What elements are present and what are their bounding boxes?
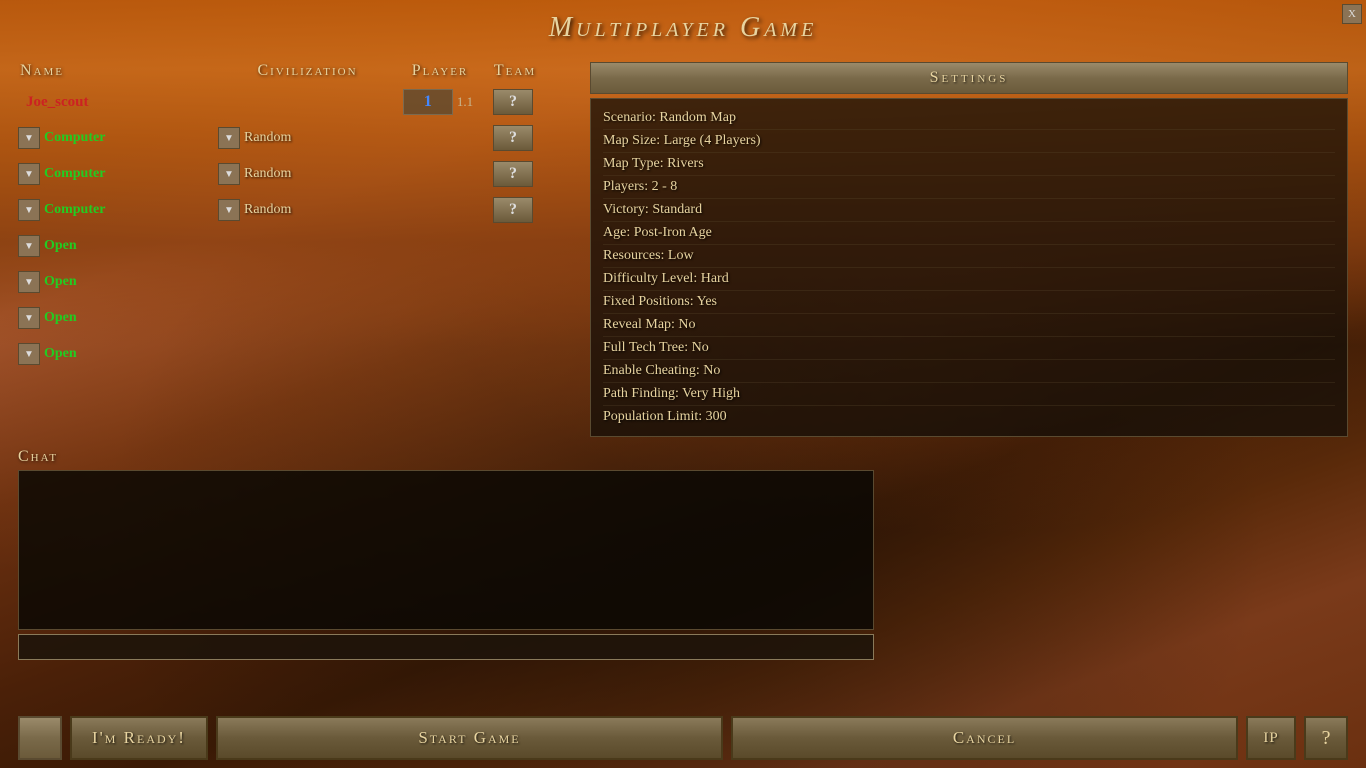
setting-item: Population Limit: 300 xyxy=(603,406,1335,428)
player-name: Computer xyxy=(44,202,105,218)
setting-item: Full Tech Tree: No xyxy=(603,337,1335,360)
player-name-cell: Computer xyxy=(18,127,218,149)
setting-item: Path Finding: Very High xyxy=(603,383,1335,406)
player-name-cell: Open xyxy=(18,307,218,329)
setting-item: Players: 2 - 8 xyxy=(603,176,1335,199)
civ-dropdown-arrow[interactable] xyxy=(218,127,240,149)
civ-name: Random xyxy=(244,166,291,182)
col-header-civilization: Civilization xyxy=(220,62,395,80)
setting-item: Resources: Low xyxy=(603,245,1335,268)
player-name-cell: Open xyxy=(18,343,218,365)
col-header-name: Name xyxy=(20,62,220,80)
setting-item: Victory: Standard xyxy=(603,199,1335,222)
table-row: Open xyxy=(18,230,578,262)
setting-item: Scenario: Random Map xyxy=(603,107,1335,130)
civ-name: Random xyxy=(244,130,291,146)
close-button[interactable]: X xyxy=(1342,4,1362,24)
table-row: Open xyxy=(18,266,578,298)
ready-button[interactable]: I'm Ready! xyxy=(70,716,208,760)
help-button[interactable]: ? xyxy=(1304,716,1348,760)
team-button[interactable]: ? xyxy=(493,89,533,115)
table-row: Computer Random ? xyxy=(18,158,578,190)
player-name: Open xyxy=(44,274,77,290)
civ-dropdown-arrow[interactable] xyxy=(218,199,240,221)
player-number-box: 1 xyxy=(403,89,453,115)
player-name: Computer xyxy=(44,130,105,146)
player-num-cell: 1 1.1 xyxy=(393,89,483,115)
setting-item: Age: Post-Iron Age xyxy=(603,222,1335,245)
start-game-button[interactable]: Start Game xyxy=(216,716,723,760)
table-row: Computer Random ? xyxy=(18,194,578,226)
col-header-team: Team xyxy=(485,62,545,80)
team-cell: ? xyxy=(483,161,543,187)
ip-button[interactable]: IP xyxy=(1246,716,1296,760)
bottom-bar: I'm Ready! Start Game Cancel IP ? xyxy=(18,716,1348,760)
chat-input-row xyxy=(18,634,874,660)
chat-label: Chat xyxy=(18,448,874,466)
chat-section: Chat xyxy=(18,448,874,660)
team-button[interactable]: ? xyxy=(493,197,533,223)
player-dropdown-arrow[interactable] xyxy=(18,307,40,329)
team-cell: ? xyxy=(483,197,543,223)
table-row: Joe_scout 1 1.1 ? xyxy=(18,86,578,118)
cancel-button[interactable]: Cancel xyxy=(731,716,1238,760)
player-name: Computer xyxy=(44,166,105,182)
player-civ-cell: Random xyxy=(218,127,393,149)
player-name-cell: Computer xyxy=(18,163,218,185)
table-row: Open xyxy=(18,302,578,334)
civ-name: Random xyxy=(244,202,291,218)
player-civ-cell: Random xyxy=(218,199,393,221)
player-name: Open xyxy=(44,238,77,254)
setting-item: Fixed Positions: Yes xyxy=(603,291,1335,314)
settings-content: Scenario: Random Map Map Size: Large (4 … xyxy=(590,98,1348,437)
settings-header: Settings xyxy=(590,62,1348,94)
team-button[interactable]: ? xyxy=(493,161,533,187)
table-row: Computer Random ? xyxy=(18,122,578,154)
team-cell: ? xyxy=(483,89,543,115)
col-header-player: Player xyxy=(395,62,485,80)
setting-item: Enable Cheating: No xyxy=(603,360,1335,383)
window-title: Multiplayer Game xyxy=(0,0,1366,44)
team-cell: ? xyxy=(483,125,543,151)
civ-dropdown-arrow[interactable] xyxy=(218,163,240,185)
player-name-cell: Open xyxy=(18,235,218,257)
player-dropdown-arrow[interactable] xyxy=(18,163,40,185)
player-dropdown-arrow[interactable] xyxy=(18,127,40,149)
player-dropdown-arrow[interactable] xyxy=(18,235,40,257)
player-dropdown-arrow[interactable] xyxy=(18,271,40,293)
players-panel: Name Civilization Player Team Joe_scout … xyxy=(18,62,578,437)
player-name: Joe_scout xyxy=(18,94,89,111)
player-name-cell: Computer xyxy=(18,199,218,221)
settings-panel: Settings Scenario: Random Map Map Size: … xyxy=(590,62,1348,437)
player-name: Open xyxy=(44,310,77,326)
column-headers: Name Civilization Player Team xyxy=(18,62,578,80)
player-dropdown-arrow[interactable] xyxy=(18,199,40,221)
player-name: Open xyxy=(44,346,77,362)
table-row: Open xyxy=(18,338,578,370)
player-num-static: 1.1 xyxy=(457,94,473,110)
setting-item: Map Type: Rivers xyxy=(603,153,1335,176)
setting-item: Difficulty Level: Hard xyxy=(603,268,1335,291)
player-name-cell: Open xyxy=(18,271,218,293)
setting-item: Reveal Map: No xyxy=(603,314,1335,337)
chat-input[interactable] xyxy=(18,634,874,660)
setting-item: Map Size: Large (4 Players) xyxy=(603,130,1335,153)
ready-checkbox[interactable] xyxy=(18,716,62,760)
team-button[interactable]: ? xyxy=(493,125,533,151)
player-civ-cell: Random xyxy=(218,163,393,185)
chat-box xyxy=(18,470,874,630)
player-dropdown-arrow[interactable] xyxy=(18,343,40,365)
player-name-cell: Joe_scout xyxy=(18,94,218,111)
